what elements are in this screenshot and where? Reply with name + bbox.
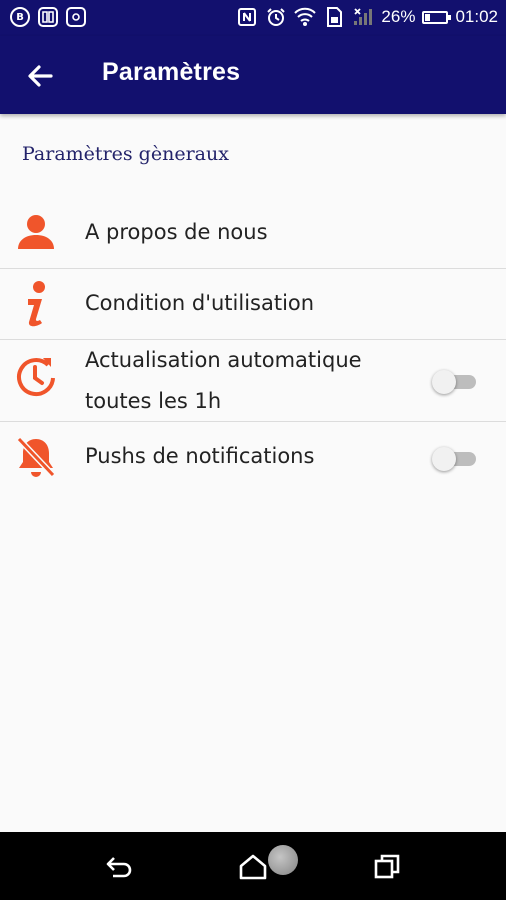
- instagram-notification-icon: [66, 7, 86, 27]
- settings-item-terms[interactable]: Condition d'utilisation: [0, 269, 506, 340]
- arrow-back-icon: [28, 65, 53, 87]
- toggle-thumb: [432, 370, 456, 394]
- settings-item-label: Pushs de notifications: [85, 444, 315, 468]
- home-nav-icon[interactable]: [236, 850, 270, 884]
- book-notification-icon: [38, 7, 58, 27]
- bell-off-icon: [14, 436, 58, 480]
- nfc-icon: [236, 6, 258, 28]
- system-nav-bar: [0, 832, 506, 900]
- recents-nav-icon[interactable]: [370, 850, 404, 884]
- auto-refresh-toggle[interactable]: [432, 370, 478, 394]
- battery-percent: 26%: [381, 7, 416, 26]
- section-title: Paramètres gèneraux: [22, 143, 229, 165]
- notification-icons: B: [10, 7, 86, 27]
- sim-card-icon: [323, 6, 345, 28]
- system-status: 26% 01:02: [236, 6, 498, 28]
- clock: 01:02: [455, 7, 498, 26]
- history-clock-icon: [14, 354, 58, 398]
- settings-item-about[interactable]: A propos de nous: [0, 198, 506, 269]
- alarm-icon: [265, 6, 287, 28]
- settings-item-push[interactable]: Pushs de notifications: [0, 422, 506, 496]
- settings-item-label-line2: toutes les 1h: [85, 389, 222, 413]
- settings-item-auto-refresh[interactable]: Actualisation automatique toutes les 1h: [0, 340, 506, 422]
- person-icon: [14, 210, 58, 254]
- signal-icon: [352, 6, 374, 28]
- battery-icon: [422, 10, 452, 24]
- info-icon: [14, 281, 58, 327]
- back-button[interactable]: [20, 56, 60, 96]
- page-title: Paramètres: [102, 58, 241, 86]
- back-nav-icon[interactable]: [102, 850, 136, 884]
- touch-indicator: [268, 845, 298, 875]
- settings-item-label: Condition d'utilisation: [85, 291, 315, 315]
- status-bar: B 26% 01:02: [0, 0, 506, 36]
- b-notification-icon: B: [10, 7, 30, 27]
- battery-level: [425, 13, 431, 21]
- push-notifications-toggle[interactable]: [432, 447, 478, 471]
- app-bar: Paramètres: [0, 36, 506, 114]
- wifi-icon: [294, 6, 317, 28]
- toggle-thumb: [432, 447, 456, 471]
- settings-item-label: A propos de nous: [85, 220, 268, 244]
- settings-item-label: Actualisation automatique toutes les 1h: [85, 340, 386, 422]
- settings-item-label-line1: Actualisation automatique: [85, 348, 362, 372]
